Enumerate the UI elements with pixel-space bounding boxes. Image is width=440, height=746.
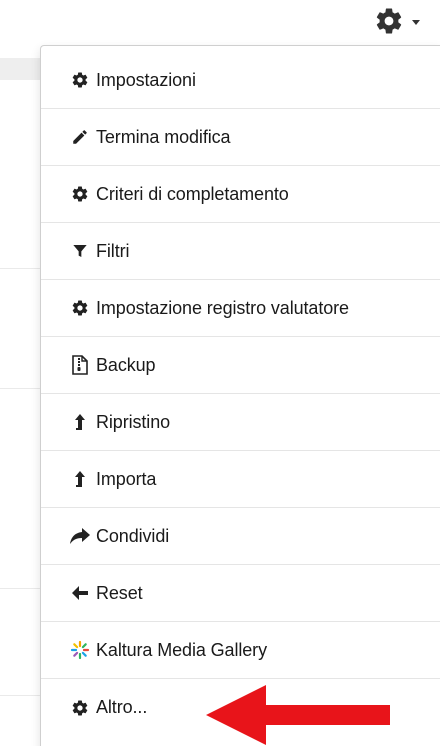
menu-item-label: Altro...	[96, 697, 148, 717]
menu-item-backup[interactable]: Backup	[41, 337, 440, 394]
menu-item-termina-modifica[interactable]: Termina modifica	[41, 109, 440, 166]
chevron-down-icon	[412, 19, 420, 25]
gear-icon	[69, 69, 91, 91]
gear-icon	[69, 183, 91, 205]
upload-arrow-icon	[69, 411, 91, 433]
gear-icon	[69, 297, 91, 319]
menu-item-label: Impostazioni	[96, 69, 196, 90]
menu-item-label: Impostazione registro valutatore	[96, 297, 349, 318]
background-divider	[0, 388, 42, 389]
kaltura-icon	[69, 639, 91, 661]
background-band	[0, 58, 42, 80]
filter-icon	[69, 240, 91, 262]
menu-item-ripristino[interactable]: Ripristino	[41, 394, 440, 451]
menu-item-importa[interactable]: Importa	[41, 451, 440, 508]
menu-item-criteri-di-completamento[interactable]: Criteri di completamento	[41, 166, 440, 223]
actions-menu-toggle[interactable]	[374, 4, 434, 38]
upload-arrow-icon	[69, 468, 91, 490]
share-icon	[69, 525, 91, 547]
menu-item-reset[interactable]: Reset	[41, 565, 440, 622]
red-arrow-annotation	[206, 685, 390, 745]
background-divider	[0, 268, 42, 269]
gear-icon	[376, 8, 402, 34]
menu-item-impostazione-registro-valutatore[interactable]: Impostazione registro valutatore	[41, 280, 440, 337]
arrow-left-icon	[69, 582, 91, 604]
background-divider	[0, 588, 42, 589]
file-zip-icon	[69, 354, 91, 376]
gear-icon	[69, 697, 91, 719]
menu-item-condividi[interactable]: Condividi	[41, 508, 440, 565]
menu-item-label: Ripristino	[96, 411, 171, 432]
menu-item-label: Criteri di completamento	[96, 183, 289, 204]
actions-dropdown-menu: Impostazioni Termina modifica Criteri di…	[40, 45, 440, 746]
menu-item-label: Condividi	[96, 525, 170, 546]
menu-item-label: Termina modifica	[96, 126, 231, 147]
page: Impostazioni Termina modifica Criteri di…	[0, 0, 440, 746]
menu-item-kaltura-media-gallery[interactable]: Kaltura Media Gallery	[41, 622, 440, 679]
background-divider	[0, 695, 42, 696]
menu-item-label: Reset	[96, 582, 143, 603]
pencil-icon	[69, 126, 91, 148]
menu-item-label: Importa	[96, 468, 157, 489]
menu-item-label: Filtri	[96, 240, 130, 261]
menu-item-filtri[interactable]: Filtri	[41, 223, 440, 280]
menu-item-label: Backup	[96, 354, 156, 375]
menu-item-impostazioni[interactable]: Impostazioni	[41, 52, 440, 109]
menu-item-label: Kaltura Media Gallery	[96, 639, 267, 660]
